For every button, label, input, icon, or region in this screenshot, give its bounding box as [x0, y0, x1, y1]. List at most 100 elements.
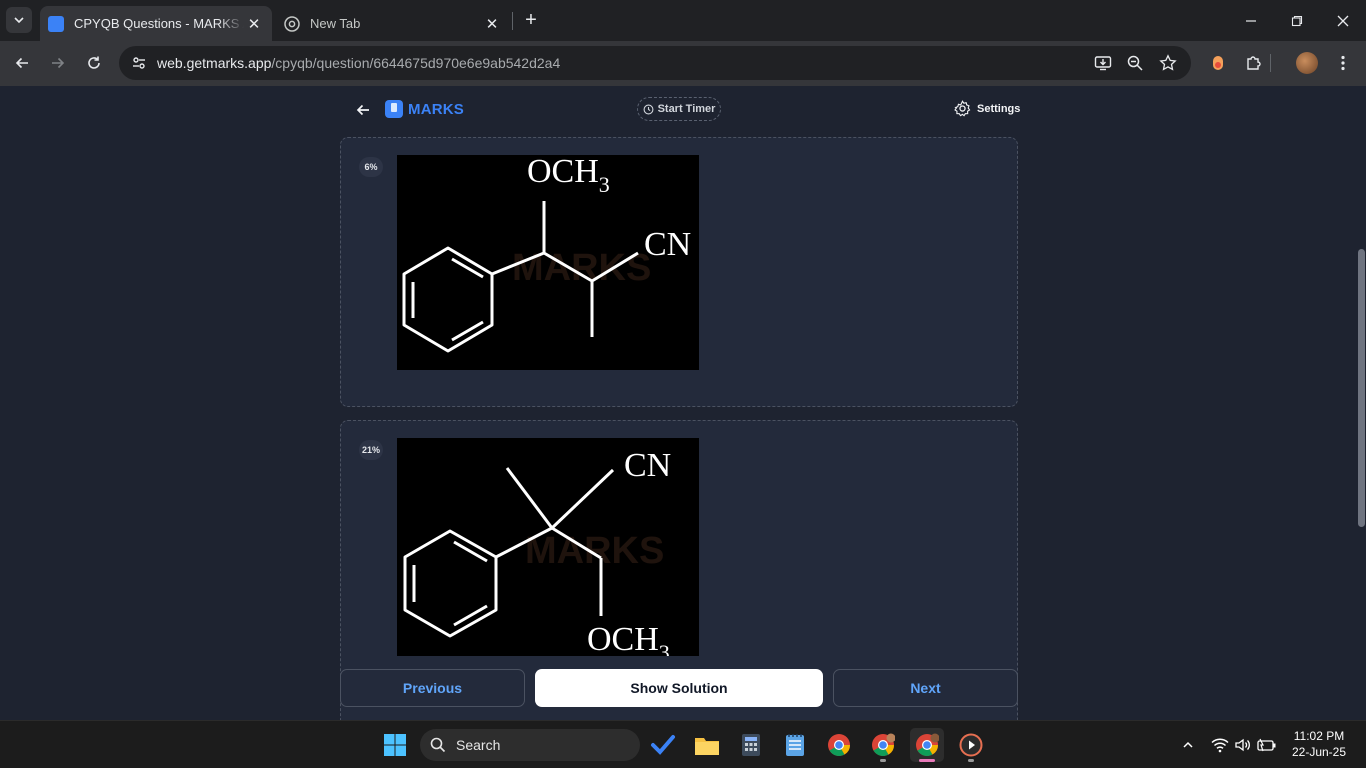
- chevron-up-icon: [1183, 741, 1193, 748]
- address-bar[interactable]: web.getmarks.app/cpyqb/question/6644675d…: [119, 46, 1191, 80]
- restore-button[interactable]: [1274, 0, 1320, 41]
- battery-status[interactable]: [1257, 735, 1277, 755]
- chrome-profile-button[interactable]: [866, 728, 900, 762]
- todo-app-button[interactable]: [646, 728, 680, 762]
- folder-icon: [695, 738, 719, 755]
- percent-badge: 21%: [359, 440, 383, 460]
- arrow-left-icon: [15, 57, 28, 69]
- next-button[interactable]: Next: [833, 669, 1018, 707]
- url-text: web.getmarks.app/cpyqb/question/6644675d…: [157, 55, 560, 71]
- app-header: MARKS Start Timer Settings: [340, 86, 1020, 132]
- search-placeholder: Search: [456, 737, 501, 753]
- tab-title: CPYQB Questions - MARKS App: [74, 16, 244, 31]
- site-info-button[interactable]: [127, 51, 151, 75]
- chevron-down-icon: [14, 17, 24, 24]
- windows-taskbar: Search 11:02 PM 22-Jun-25: [0, 720, 1366, 768]
- watermark-text: MARKS: [525, 530, 664, 572]
- extension-button[interactable]: [1205, 50, 1231, 76]
- zoom-button[interactable]: [1123, 51, 1147, 75]
- volume-icon: [1235, 738, 1250, 752]
- bookmark-button[interactable]: [1156, 51, 1180, 75]
- start-button[interactable]: [378, 728, 412, 762]
- top-group-label: OCH: [527, 155, 599, 190]
- reload-button[interactable]: [80, 49, 108, 77]
- top-group-subscript: 3: [599, 172, 610, 197]
- previous-button[interactable]: Previous: [340, 669, 525, 707]
- settings-label: Settings: [977, 102, 1021, 115]
- chrome-active-button[interactable]: [910, 728, 944, 762]
- toolbar-divider: [1269, 50, 1271, 76]
- battery-charging-icon: [1257, 738, 1276, 752]
- chrome-button[interactable]: [822, 728, 856, 762]
- close-tab-icon[interactable]: ✕: [244, 14, 264, 34]
- question-navigation: Previous Show Solution Next: [340, 669, 1018, 707]
- new-tab-button[interactable]: +: [520, 9, 542, 31]
- tray-overflow-button[interactable]: [1178, 735, 1198, 755]
- molecule-structure-image: MARKS CN OCH3: [397, 438, 699, 656]
- svg-text:OCH3: OCH3: [527, 155, 610, 197]
- tab-new-tab[interactable]: New Tab ✕: [276, 6, 510, 41]
- install-app-button[interactable]: [1091, 51, 1115, 75]
- media-player-button[interactable]: [954, 728, 988, 762]
- page-scrollbar[interactable]: [1358, 249, 1365, 527]
- back-arrow-button[interactable]: [352, 99, 374, 121]
- close-window-button[interactable]: [1320, 0, 1366, 41]
- more-vertical-icon: [1341, 55, 1345, 71]
- marks-logo-icon: [385, 100, 403, 118]
- forward-button[interactable]: [44, 49, 72, 77]
- arrow-left-icon: [356, 104, 369, 116]
- url-path: /cpyqb/question/6644675d970e6e9ab542d2a4: [271, 55, 561, 71]
- right-group-label: CN: [644, 226, 691, 263]
- wifi-status[interactable]: [1210, 735, 1230, 755]
- active-indicator: [919, 759, 935, 762]
- calculator-button[interactable]: [734, 728, 768, 762]
- star-icon: [1159, 54, 1177, 71]
- profile-avatar[interactable]: [1296, 52, 1318, 74]
- close-icon: [1337, 15, 1349, 26]
- marks-logo[interactable]: MARKS: [385, 100, 464, 118]
- tab-marks-app[interactable]: CPYQB Questions - MARKS App ✕: [40, 6, 272, 41]
- percent-badge: 6%: [359, 157, 383, 177]
- tab-title: New Tab: [310, 16, 361, 31]
- start-timer-button[interactable]: Start Timer: [637, 97, 721, 121]
- minimize-icon: [1246, 19, 1256, 22]
- chrome-icon: [872, 733, 895, 756]
- notepad-button[interactable]: [778, 728, 812, 762]
- bottom-group-label: OCH: [587, 621, 659, 656]
- browser-tab-bar: CPYQB Questions - MARKS App ✕ New Tab ✕ …: [0, 0, 1366, 41]
- marks-favicon-icon: [48, 15, 64, 32]
- tab-separator: [512, 12, 513, 30]
- checkmark-icon: [651, 735, 675, 755]
- timer-label: Start Timer: [657, 103, 716, 115]
- show-solution-button[interactable]: Show Solution: [535, 669, 823, 707]
- notepad-icon: [786, 734, 804, 756]
- zoom-out-icon: [1127, 55, 1143, 71]
- running-indicator: [968, 759, 974, 762]
- bottom-group-subscript: 3: [659, 640, 670, 656]
- puzzle-icon: [1247, 56, 1261, 70]
- file-explorer-button[interactable]: [690, 728, 724, 762]
- windows-logo-icon: [384, 734, 406, 756]
- taskbar-clock[interactable]: 11:02 PM 22-Jun-25: [1282, 728, 1356, 760]
- brand-name: MARKS: [408, 100, 464, 118]
- volume-status[interactable]: [1233, 735, 1253, 755]
- tab-search-button[interactable]: [6, 7, 32, 33]
- extension-badge-icon: [1213, 56, 1223, 70]
- watermark-text: MARKS: [512, 247, 651, 289]
- chrome-favicon-icon: [284, 15, 300, 32]
- minimize-button[interactable]: [1228, 0, 1274, 41]
- play-icon: [959, 733, 983, 757]
- restore-icon: [1291, 15, 1303, 26]
- reload-icon: [88, 56, 100, 69]
- install-icon: [1094, 56, 1112, 71]
- clock-date: 22-Jun-25: [1291, 745, 1347, 759]
- close-tab-icon[interactable]: ✕: [482, 14, 502, 34]
- search-icon: [430, 737, 446, 753]
- back-button[interactable]: [8, 49, 36, 77]
- extensions-menu-button[interactable]: [1241, 50, 1267, 76]
- wifi-icon: [1211, 738, 1229, 753]
- taskbar-search[interactable]: Search: [420, 729, 640, 761]
- settings-button[interactable]: Settings: [954, 100, 1020, 117]
- answer-option-1[interactable]: 6% MARKS OCH3 CN: [340, 137, 1018, 407]
- chrome-menu-button[interactable]: [1330, 50, 1356, 76]
